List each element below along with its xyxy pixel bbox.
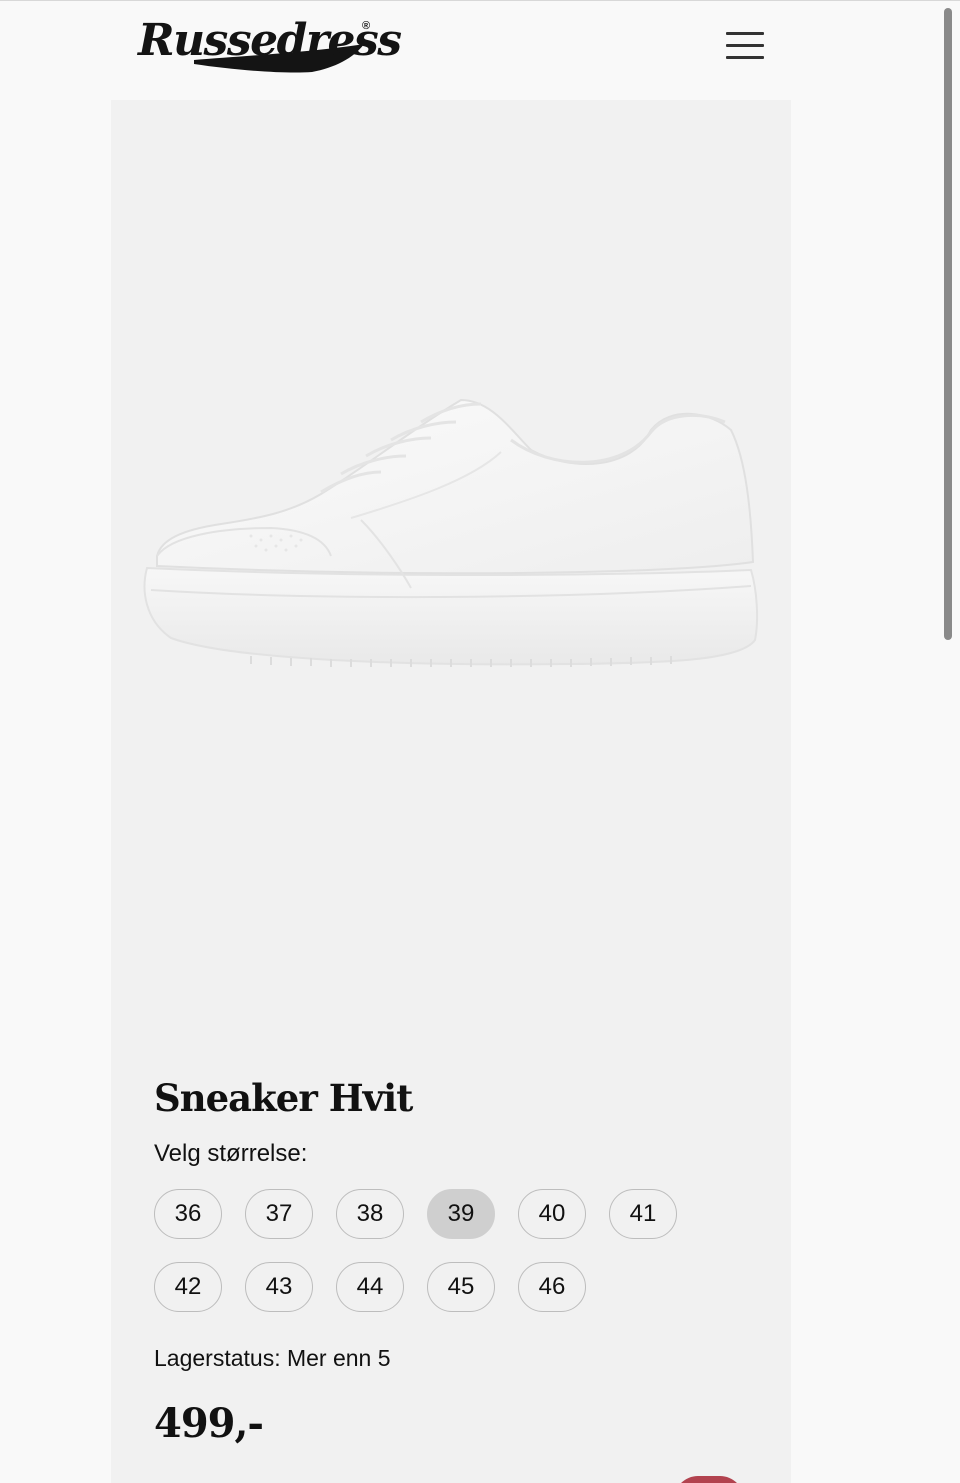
size-option-41[interactable]: 41 [609, 1189, 677, 1239]
product-page: Russedress ® Sneaker Hvit Velg størrelse… [0, 0, 960, 1483]
stock-status: Lagerstatus: Mer enn 5 [154, 1345, 391, 1371]
product-title: Sneaker Hvit [154, 1076, 413, 1120]
size-option-45[interactable]: 45 [427, 1262, 495, 1312]
size-option-44[interactable]: 44 [336, 1262, 404, 1312]
hamburger-menu-icon [726, 32, 764, 35]
hamburger-menu-icon-line [726, 56, 764, 59]
size-option-39-selected[interactable]: 39 [427, 1189, 495, 1239]
site-header: Russedress ® [0, 0, 960, 100]
size-label: Velg størrelse: [154, 1140, 308, 1167]
product-image[interactable] [111, 100, 791, 1060]
russedress-logo[interactable]: Russedress ® [134, 14, 402, 76]
size-option-37[interactable]: 37 [245, 1189, 313, 1239]
scrollbar[interactable] [944, 8, 952, 640]
product-card: Sneaker Hvit Velg størrelse: 36 37 38 39… [111, 100, 791, 1483]
white-sneaker-image [143, 398, 759, 667]
size-option-43[interactable]: 43 [245, 1262, 313, 1312]
size-option-46[interactable]: 46 [518, 1262, 586, 1312]
registered-mark: ® [362, 20, 371, 32]
size-option-38[interactable]: 38 [336, 1189, 404, 1239]
product-price: 499,- [154, 1400, 264, 1447]
size-option-42[interactable]: 42 [154, 1262, 222, 1312]
menu-button[interactable] [722, 26, 768, 66]
size-option-40[interactable]: 40 [518, 1189, 586, 1239]
hamburger-menu-icon-line [726, 44, 764, 47]
size-option-36[interactable]: 36 [154, 1189, 222, 1239]
